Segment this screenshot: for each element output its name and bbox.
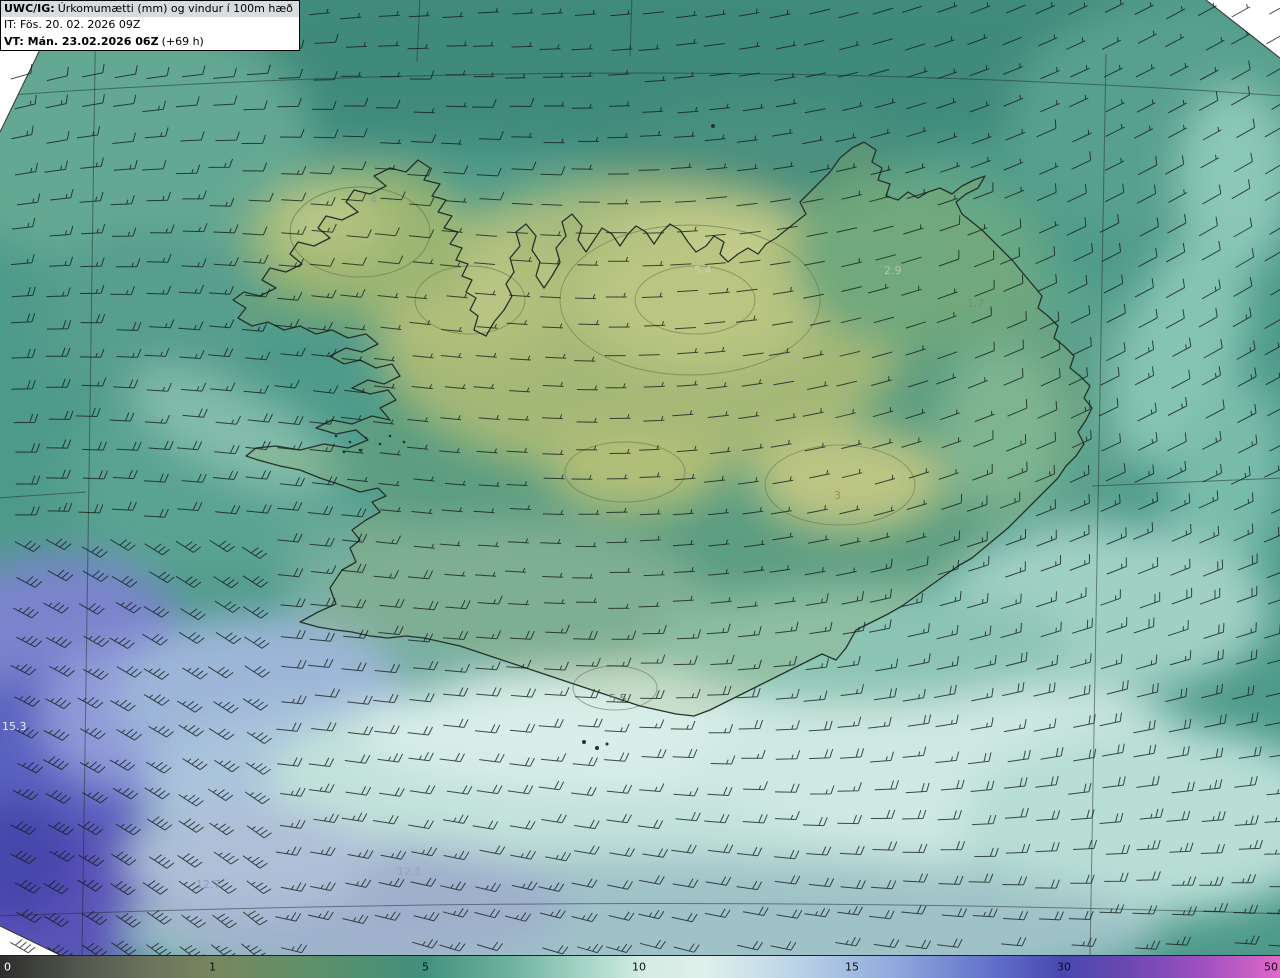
model-id: UWC/IG: [4, 2, 55, 15]
colorbar-tick: 10 [632, 960, 646, 974]
precipitation-colorbar: 0 1 5 10 15 30 50 [0, 955, 1280, 978]
colorbar-tick: 0 [4, 960, 11, 974]
valid-time-row: VT: Mán. 23.02.2026 06Z (+69 h) [1, 34, 299, 50]
valid-offset: (+69 h) [161, 34, 204, 48]
wind-barbs-layer [9, 0, 1280, 956]
colorbar-tick: 15 [845, 960, 859, 974]
chart-info-box: UWC/IG: Úrkomumætti (mm) og vindur í 100m… [0, 0, 300, 51]
colorbar-tick: 5 [422, 960, 429, 974]
weather-map: 4 5.4 2.9 1.7 3 5.5 15.3 12.7 12.1 UWC/IG: Úrkomu… [0, 0, 1280, 978]
chart-title-row: UWC/IG: Úrkomumætti (mm) og vindur í 100m… [1, 1, 299, 18]
colorbar-tick: 1 [209, 960, 216, 974]
valid-time: VT: Mán. 23.02.2026 06Z [4, 34, 159, 48]
init-time-row: IT: Fös. 20. 02. 2026 09Z [1, 17, 299, 33]
chart-title: Úrkomumætti (mm) og vindur í 100m hæð [57, 2, 293, 15]
colorbar-tick: 30 [1057, 960, 1071, 974]
init-time: IT: Fös. 20. 02. 2026 09Z [4, 18, 141, 32]
colorbar-tick: 50 [1264, 960, 1278, 974]
